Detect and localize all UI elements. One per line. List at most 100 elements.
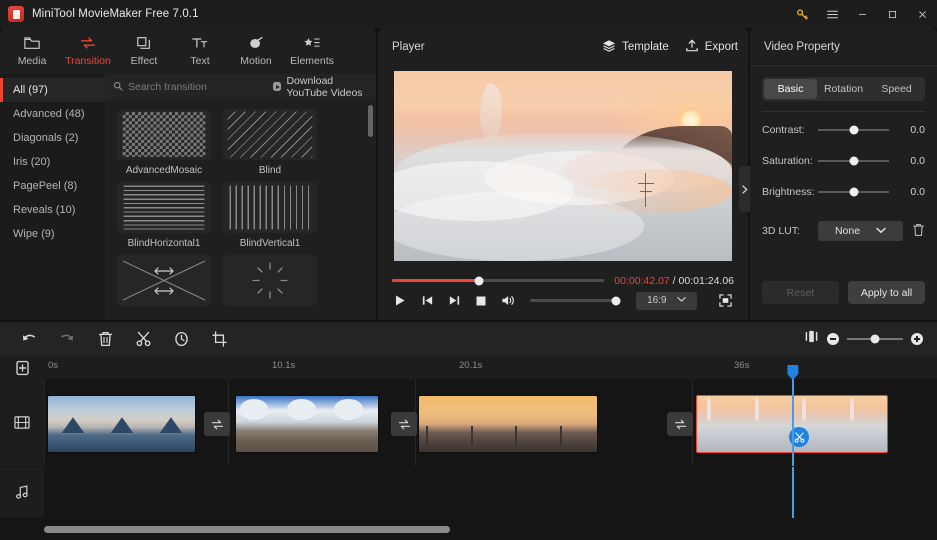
transition-swap-icon[interactable] xyxy=(667,412,693,436)
transition-item[interactable]: AdvancedMosaic xyxy=(117,109,211,176)
category-pagepeel[interactable]: PagePeel (8) xyxy=(0,174,105,198)
tab-transition[interactable]: Transition xyxy=(60,29,116,73)
title-bar: MiniTool MovieMaker Free 7.0.1 xyxy=(0,0,937,28)
tab-rotation[interactable]: Rotation xyxy=(817,79,870,99)
table-row[interactable] xyxy=(418,395,598,453)
table-row[interactable] xyxy=(235,395,379,453)
menu-icon[interactable] xyxy=(817,0,847,28)
transition-thumbnail xyxy=(223,255,317,306)
brightness-row: Brightness: 0.0 xyxy=(762,179,925,205)
aspect-ratio-select[interactable]: 16:9 xyxy=(635,291,698,310)
zoom-in-button[interactable] xyxy=(911,333,923,345)
slider-handle[interactable] xyxy=(849,125,858,135)
table-row[interactable] xyxy=(47,395,196,453)
stop-button[interactable] xyxy=(473,292,490,309)
audio-track-icon[interactable] xyxy=(0,467,44,518)
template-button[interactable]: Template xyxy=(602,39,669,55)
slider-handle[interactable] xyxy=(849,156,858,166)
transition-swap-icon[interactable] xyxy=(204,412,230,436)
minimize-button[interactable] xyxy=(847,0,877,28)
volume-icon[interactable] xyxy=(499,292,516,309)
timeline-scrollbar-thumb[interactable] xyxy=(44,525,451,533)
license-key-icon[interactable] xyxy=(787,0,817,28)
timeline-scrollbar[interactable] xyxy=(44,525,927,533)
saturation-row: Saturation: 0.0 xyxy=(762,148,925,174)
crop-icon[interactable] xyxy=(208,328,230,350)
zoom-handle[interactable] xyxy=(870,334,880,344)
search-input[interactable] xyxy=(128,80,263,93)
saturation-slider[interactable] xyxy=(818,156,889,166)
lut-select[interactable]: None xyxy=(818,221,903,241)
undo-icon[interactable] xyxy=(18,328,40,350)
seek-bar[interactable] xyxy=(392,276,605,285)
transition-item[interactable]: BlindVertical1 xyxy=(223,182,317,249)
category-iris[interactable]: Iris (20) xyxy=(0,150,105,174)
player-panel: Player Template Export 00:00:42.07 / 00:… xyxy=(378,28,748,320)
playhead-line[interactable] xyxy=(792,379,794,466)
slider-handle[interactable] xyxy=(849,187,858,197)
video-track-icon[interactable] xyxy=(0,379,44,466)
playhead-ruler[interactable] xyxy=(787,365,799,380)
category-reveals[interactable]: Reveals (10) xyxy=(0,198,105,222)
tab-label: Media xyxy=(17,55,47,67)
tab-text[interactable]: Text xyxy=(172,29,228,73)
search-box[interactable] xyxy=(113,78,263,96)
fullscreen-button[interactable] xyxy=(717,292,734,309)
category-advanced[interactable]: Advanced (48) xyxy=(0,102,105,126)
zoom-slider[interactable] xyxy=(847,334,903,344)
video-preview[interactable] xyxy=(394,70,732,261)
tab-effect[interactable]: Effect xyxy=(116,29,172,73)
contrast-slider[interactable] xyxy=(818,125,889,135)
playhead-line[interactable] xyxy=(792,467,794,518)
maximize-button[interactable] xyxy=(877,0,907,28)
category-all[interactable]: All (97) xyxy=(0,78,105,102)
close-button[interactable] xyxy=(907,0,937,28)
delete-icon[interactable] xyxy=(94,328,116,350)
previous-frame-button[interactable] xyxy=(419,292,436,309)
apply-to-all-button[interactable]: Apply to all xyxy=(848,281,925,304)
playhead-handle[interactable] xyxy=(787,365,799,380)
ruler-track[interactable]: 0s 10.1s 20.1s 36s xyxy=(44,356,937,380)
audio-track-body[interactable] xyxy=(44,467,937,518)
time-separator: / xyxy=(669,274,679,287)
zoom-out-button[interactable] xyxy=(827,333,839,345)
tab-elements[interactable]: Elements xyxy=(284,29,340,73)
text-icon xyxy=(192,35,208,51)
panel-collapse-toggle[interactable] xyxy=(739,166,750,212)
category-diagonals[interactable]: Diagonals (2) xyxy=(0,126,105,150)
tab-basic[interactable]: Basic xyxy=(764,79,817,99)
add-media-button[interactable] xyxy=(0,356,44,379)
speed-icon[interactable] xyxy=(170,328,192,350)
play-button[interactable] xyxy=(392,292,409,309)
transition-item[interactable]: BlindHorizontal1 xyxy=(117,182,211,249)
chevron-down-icon xyxy=(676,295,686,306)
redo-icon[interactable] xyxy=(56,328,78,350)
tab-speed[interactable]: Speed xyxy=(870,79,923,99)
delete-lut-icon[interactable] xyxy=(912,223,925,240)
volume-slider[interactable] xyxy=(530,296,621,305)
transition-thumbnail xyxy=(117,255,211,306)
ruler-tick: 0s xyxy=(48,360,59,371)
fit-timeline-icon[interactable] xyxy=(804,330,819,348)
category-label: All (97) xyxy=(13,84,48,96)
category-wipe[interactable]: Wipe (9) xyxy=(0,222,105,246)
tab-motion[interactable]: Motion xyxy=(228,29,284,73)
transition-icon xyxy=(80,35,96,51)
ruler-tick: 10.1s xyxy=(272,360,296,371)
transition-scrollbar[interactable] xyxy=(368,105,373,137)
transition-item[interactable] xyxy=(223,255,317,311)
transition-item[interactable] xyxy=(117,255,211,311)
next-frame-button[interactable] xyxy=(446,292,463,309)
brightness-slider[interactable] xyxy=(818,187,889,197)
download-youtube-link[interactable]: Download YouTube Videos xyxy=(273,75,368,99)
split-icon[interactable] xyxy=(132,328,154,350)
reset-button[interactable]: Reset xyxy=(762,281,839,304)
transition-item[interactable]: Blind xyxy=(223,109,317,176)
volume-handle[interactable] xyxy=(611,296,621,305)
tab-media[interactable]: Media xyxy=(4,29,60,73)
transition-swap-icon[interactable] xyxy=(391,412,417,436)
mosaic-pattern-icon xyxy=(122,112,206,157)
export-button[interactable]: Export xyxy=(685,39,738,55)
video-track-body[interactable] xyxy=(44,379,937,466)
seek-handle[interactable] xyxy=(474,276,484,285)
